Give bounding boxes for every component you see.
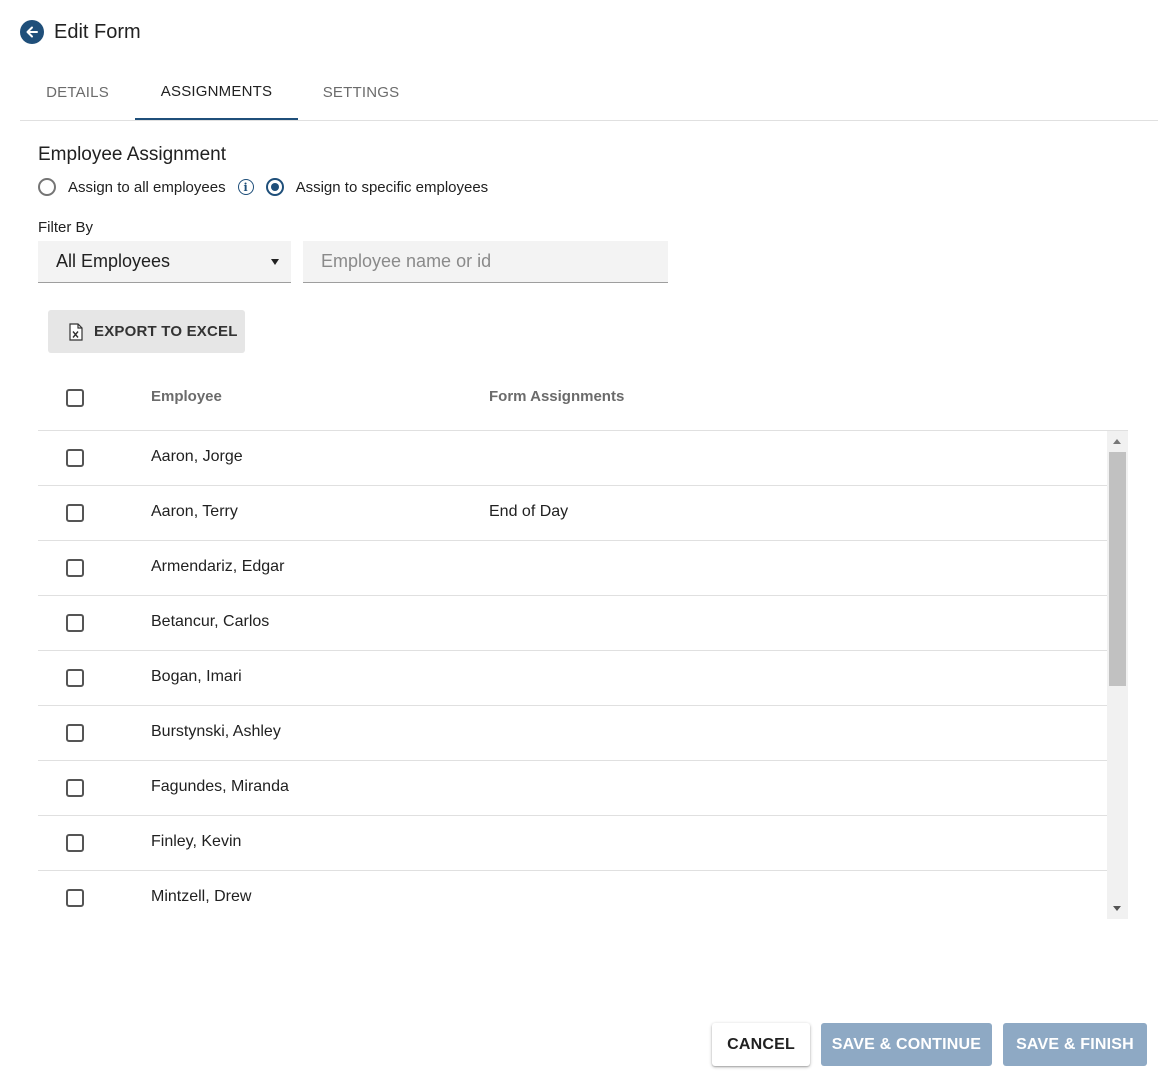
table-row[interactable]: Armendariz, Edgar [38, 541, 1107, 596]
table-scrollbar[interactable] [1107, 431, 1128, 919]
info-icon[interactable]: i [237, 179, 254, 195]
export-label: EXPORT TO EXCEL [94, 323, 238, 340]
row-checkbox[interactable] [66, 724, 84, 742]
tab-settings[interactable]: SETTINGS [298, 64, 424, 120]
employee-name: Burstynski, Ashley [151, 723, 281, 740]
row-checkbox[interactable] [66, 449, 84, 467]
employee-name: Finley, Kevin [151, 833, 242, 850]
scrollbar-thumb[interactable] [1109, 452, 1126, 686]
row-checkbox[interactable] [66, 889, 84, 907]
form-assignments: End of Day [489, 503, 569, 520]
table-row[interactable]: Finley, Kevin [38, 816, 1107, 871]
scroll-up-arrow-icon[interactable] [1113, 439, 1121, 444]
save-and-continue-button[interactable]: SAVE & CONTINUE [821, 1023, 992, 1066]
employee-name: Armendariz, Edgar [151, 558, 285, 575]
scroll-down-arrow-icon[interactable] [1113, 906, 1121, 911]
tab-bar: DETAILS ASSIGNMENTS SETTINGS [20, 64, 1158, 121]
employee-name: Aaron, Jorge [151, 448, 243, 465]
row-checkbox[interactable] [66, 779, 84, 797]
row-checkbox[interactable] [66, 669, 84, 687]
tab-details[interactable]: DETAILS [20, 64, 135, 120]
select-all-checkbox[interactable] [66, 389, 84, 407]
assign-specific-radio[interactable] [265, 178, 284, 196]
filter-select[interactable]: All Employees [38, 241, 291, 283]
assign-all-label[interactable]: Assign to all employees [68, 179, 226, 196]
employee-name: Fagundes, Miranda [151, 778, 289, 795]
employee-name: Betancur, Carlos [151, 613, 270, 630]
table-row[interactable]: Aaron, Terry End of Day [38, 486, 1107, 541]
table-row[interactable]: Aaron, Jorge [38, 431, 1107, 486]
column-header-employee[interactable]: Employee [151, 388, 222, 405]
table-row[interactable]: Bogan, Imari [38, 651, 1107, 706]
employee-name: Aaron, Terry [151, 503, 238, 520]
excel-file-icon [69, 322, 83, 341]
assign-specific-label[interactable]: Assign to specific employees [296, 179, 489, 196]
filter-select-value: All Employees [56, 251, 171, 271]
row-checkbox[interactable] [66, 614, 84, 632]
employee-search-input[interactable] [303, 241, 668, 283]
section-title: Employee Assignment [38, 144, 226, 165]
row-checkbox[interactable] [66, 504, 84, 522]
caret-down-icon [271, 259, 279, 265]
table-row[interactable]: Fagundes, Miranda [38, 761, 1107, 816]
table-row[interactable]: Mintzell, Drew [38, 871, 1107, 919]
table-row[interactable]: Betancur, Carlos [38, 596, 1107, 651]
assign-all-radio[interactable] [38, 178, 56, 196]
column-header-form-assignments[interactable]: Form Assignments [489, 388, 624, 405]
row-checkbox[interactable] [66, 559, 84, 577]
row-checkbox[interactable] [66, 834, 84, 852]
employee-name: Bogan, Imari [151, 668, 242, 685]
table-row[interactable]: Burstynski, Ashley [38, 706, 1107, 761]
page-title: Edit Form [54, 20, 141, 43]
table-body: Aaron, Jorge Aaron, Terry End of Day Arm… [38, 431, 1128, 919]
employee-name: Mintzell, Drew [151, 888, 252, 905]
export-to-excel-button[interactable]: EXPORT TO EXCEL [48, 310, 245, 353]
cancel-button[interactable]: CANCEL [712, 1023, 810, 1066]
back-button[interactable] [20, 20, 44, 44]
save-and-finish-button[interactable]: SAVE & FINISH [1003, 1023, 1147, 1066]
assignment-options: Assign to all employees i Assign to spec… [38, 176, 488, 198]
table-header: Employee Form Assignments [38, 368, 1128, 431]
page-header: Edit Form [20, 18, 141, 46]
arrow-left-icon [26, 26, 38, 38]
tab-assignments[interactable]: ASSIGNMENTS [135, 64, 298, 120]
filter-label: Filter By [38, 219, 94, 236]
